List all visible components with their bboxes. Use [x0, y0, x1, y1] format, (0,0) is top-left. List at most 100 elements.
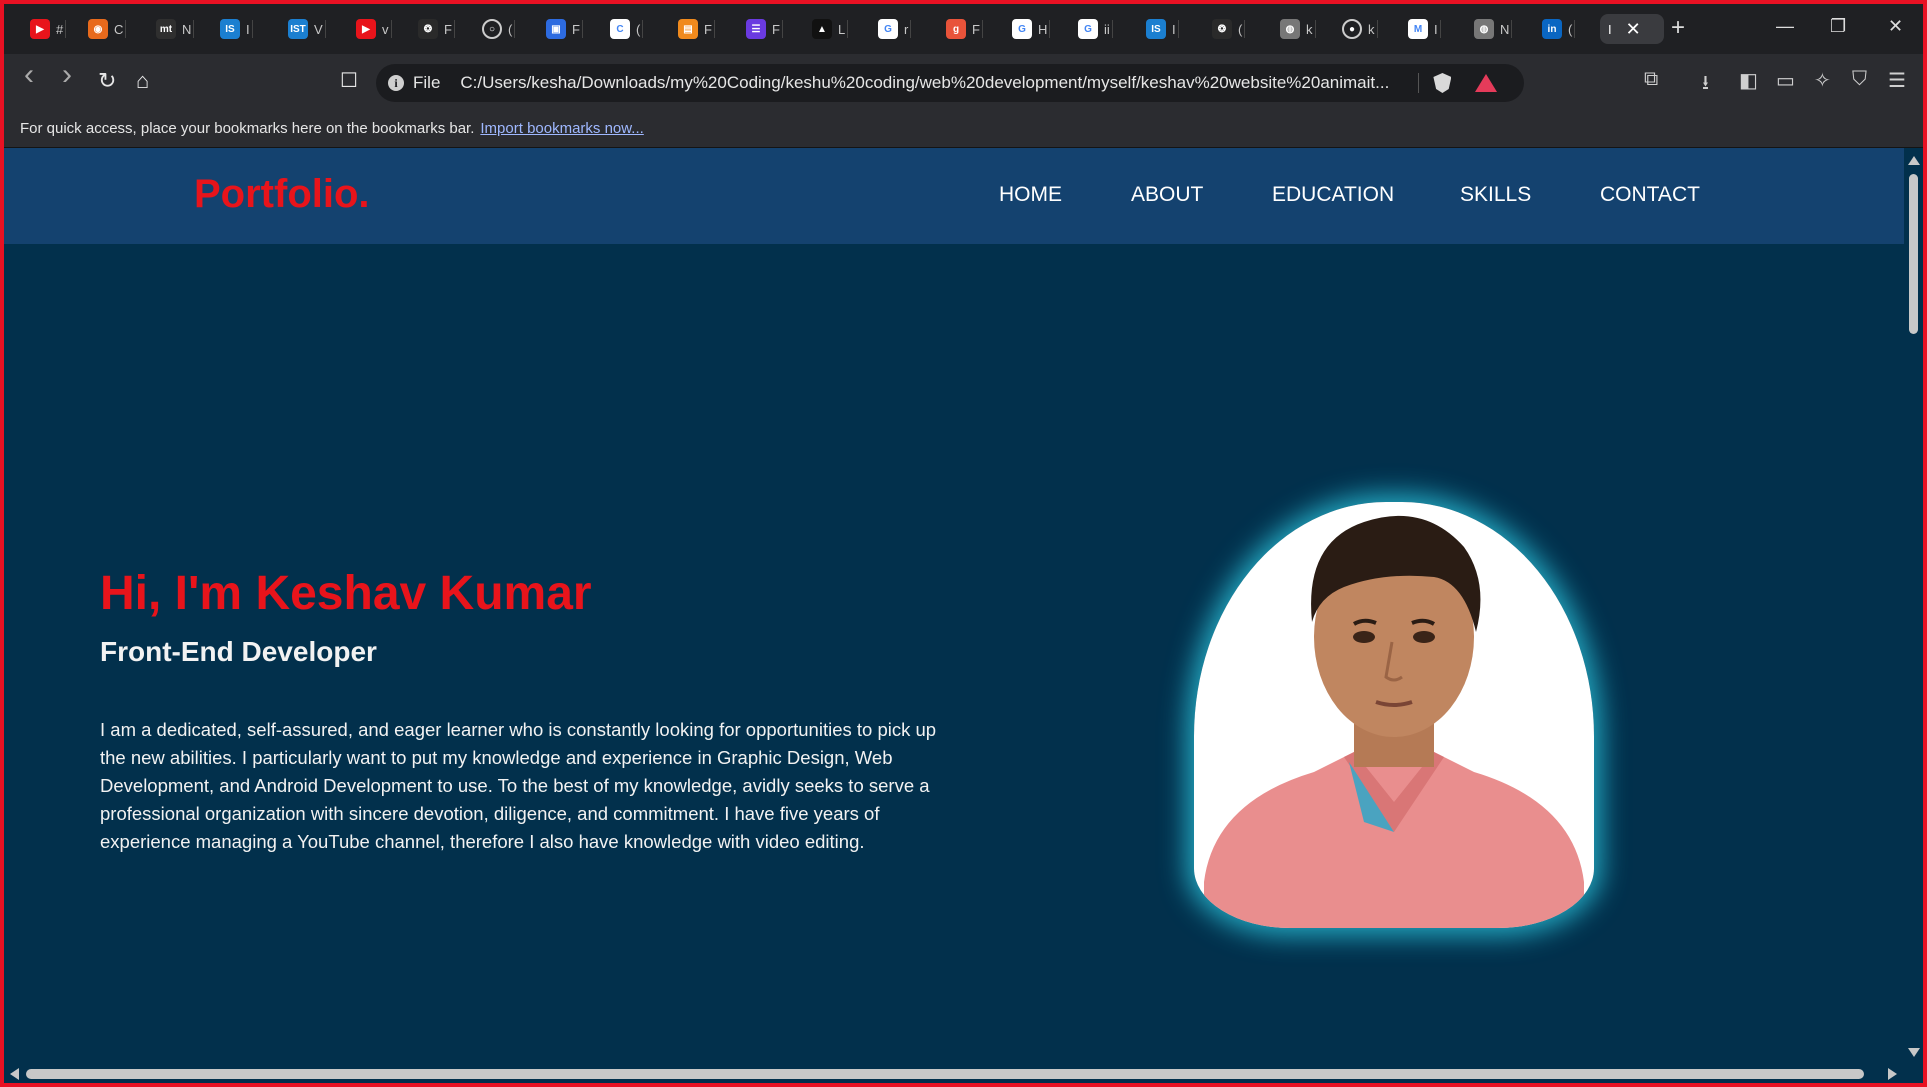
site-header: Portfolio. HOME ABOUT EDUCATION SKILLS C…	[4, 148, 1904, 244]
youtube-icon: ▶	[30, 19, 50, 39]
forward-button[interactable]: ›	[62, 60, 72, 90]
ist-icon: IST	[288, 19, 308, 39]
triangle-app-icon: ▲	[812, 19, 832, 39]
browser-tab[interactable]: ❂ F	[410, 14, 455, 44]
new-tab-button[interactable]: +	[1671, 14, 1685, 42]
browser-tab[interactable]: ▶ v	[348, 14, 392, 44]
vertical-scroll-thumb[interactable]	[1909, 174, 1918, 334]
close-tab-icon[interactable]: ✕	[1626, 19, 1641, 40]
tab-separator	[642, 20, 644, 38]
browser-tab[interactable]: IS I	[212, 14, 253, 44]
browser-tab[interactable]: GH	[1004, 14, 1051, 44]
google-icon: G	[1012, 19, 1032, 39]
tab-separator	[1574, 20, 1576, 38]
browser-tab[interactable]: ◉ C	[80, 14, 127, 44]
browser-tab[interactable]: IS I	[1138, 14, 1179, 44]
browser-tab[interactable]: ▲ L	[804, 14, 849, 44]
close-window-button[interactable]: ✕	[1888, 16, 1903, 37]
wallet-icon[interactable]: ▭	[1776, 68, 1795, 93]
tab-label: N	[1500, 21, 1510, 37]
scroll-down-arrow[interactable]	[1908, 1048, 1920, 1057]
active-tab[interactable]: I ✕	[1600, 14, 1664, 44]
nav-education[interactable]: EDUCATION	[1272, 183, 1394, 207]
page-viewport: Portfolio. HOME ABOUT EDUCATION SKILLS C…	[4, 148, 1923, 1083]
tab-separator	[125, 20, 127, 38]
home-button[interactable]: ⌂	[136, 68, 149, 94]
screenshot-icon[interactable]: ⧉	[1644, 68, 1658, 91]
tab-label: V	[314, 21, 323, 37]
browser-tab[interactable]: mt N	[148, 14, 195, 44]
tab-separator	[1111, 20, 1113, 38]
nav-skills[interactable]: SKILLS	[1460, 183, 1531, 207]
bookmarks-bar: For quick access, place your bookmarks h…	[4, 110, 1923, 148]
tab-label: ii	[1104, 21, 1110, 37]
globe-icon: ◍	[1280, 19, 1300, 39]
import-bookmarks-link[interactable]: Import bookmarks now...	[480, 120, 643, 137]
browser-tab[interactable]: ▤ F	[670, 14, 715, 44]
browser-tab[interactable]: ☰ F	[738, 14, 783, 44]
hero-subtitle: Front-End Developer	[100, 636, 377, 667]
sidebar-icon[interactable]: ◧	[1739, 68, 1758, 93]
horizontal-scrollbar[interactable]	[4, 1063, 1904, 1083]
tab-label: F	[704, 21, 712, 37]
url-scheme-label: File	[413, 73, 441, 92]
leo-ai-icon[interactable]: ✧	[1814, 68, 1831, 93]
tab-separator	[847, 20, 849, 38]
vertical-scrollbar[interactable]	[1904, 148, 1923, 1083]
site-logo[interactable]: Portfolio.	[194, 172, 370, 217]
download-icon[interactable]: ⭳	[1702, 68, 1709, 102]
site-info-icon[interactable]: i	[388, 75, 404, 91]
brave-rewards-icon[interactable]	[1475, 74, 1498, 92]
address-bar[interactable]: i File C:/Users/kesha/Downloads/my%20Cod…	[376, 64, 1524, 102]
browser-tab[interactable]: ○(	[474, 14, 516, 44]
browser-tab[interactable]: ● k	[1334, 14, 1378, 44]
tab-label: (	[636, 21, 641, 37]
tab-label: I	[1434, 21, 1438, 37]
tab-separator	[65, 20, 67, 38]
browser-tab[interactable]: ◍ N	[1466, 14, 1513, 44]
tab-label: k	[1368, 21, 1375, 37]
scroll-up-arrow[interactable]	[1908, 156, 1920, 165]
browser-tab[interactable]: ❂(	[1204, 14, 1246, 44]
tab-separator	[1376, 20, 1378, 38]
scroll-right-arrow[interactable]	[1888, 1068, 1897, 1080]
browser-tab[interactable]: ▣ F	[538, 14, 583, 44]
browser-tab[interactable]: Gr	[870, 14, 912, 44]
tab-label: H	[1038, 21, 1048, 37]
g-app-icon: g	[946, 19, 966, 39]
browser-tab[interactable]: ▶ #	[22, 14, 67, 44]
github-icon: ●	[1342, 19, 1362, 39]
nav-contact[interactable]: CONTACT	[1600, 183, 1700, 207]
browser-tab[interactable]: Gii	[1070, 14, 1113, 44]
nav-about[interactable]: ABOUT	[1131, 183, 1203, 207]
url-text[interactable]: C:/Users/kesha/Downloads/my%20Coding/kes…	[460, 73, 1410, 93]
browser-tab[interactable]: C(	[602, 14, 644, 44]
omnibox-divider	[1418, 73, 1420, 93]
tab-separator	[713, 20, 715, 38]
brave-shields-icon[interactable]	[1433, 73, 1452, 93]
openai-icon: ❂	[418, 19, 438, 39]
minimize-button[interactable]: —	[1776, 16, 1794, 37]
back-button[interactable]: ‹	[24, 60, 34, 90]
browser-tab[interactable]: IST V	[280, 14, 326, 44]
gmail-icon: M	[1408, 19, 1428, 39]
reload-button[interactable]: ↻	[98, 68, 116, 94]
tab-label: I	[1172, 21, 1176, 37]
browser-window: I ✕ + — ❐ ✕ ▶ # ◉ Cmt N IS I IST V ▶ v ❂ F ○(▣ F C(▤ F ☰ F…	[4, 4, 1923, 1083]
browser-tab[interactable]: ◍ k	[1272, 14, 1316, 44]
restore-button[interactable]: ❐	[1830, 16, 1846, 37]
nav-home[interactable]: HOME	[999, 183, 1062, 207]
browser-toolbar: ‹ › ↻ ⌂ ☐ i File C:/Users/kesha/Download…	[4, 54, 1923, 110]
browser-tab[interactable]: in (	[1534, 14, 1576, 44]
vpn-icon[interactable]: ⛉	[1852, 68, 1867, 91]
scroll-left-arrow[interactable]	[10, 1068, 19, 1080]
horizontal-scroll-thumb[interactable]	[26, 1069, 1864, 1079]
globe-icon: ◍	[1474, 19, 1494, 39]
browser-tab[interactable]: gF	[938, 14, 983, 44]
menu-icon[interactable]: ☰	[1888, 68, 1906, 93]
c-icon: C	[610, 19, 630, 39]
list-app-icon: ☰	[746, 19, 766, 39]
browser-tab[interactable]: MI	[1400, 14, 1441, 44]
bookmark-page-button[interactable]: ☐	[340, 68, 358, 94]
tab-separator	[910, 20, 912, 38]
